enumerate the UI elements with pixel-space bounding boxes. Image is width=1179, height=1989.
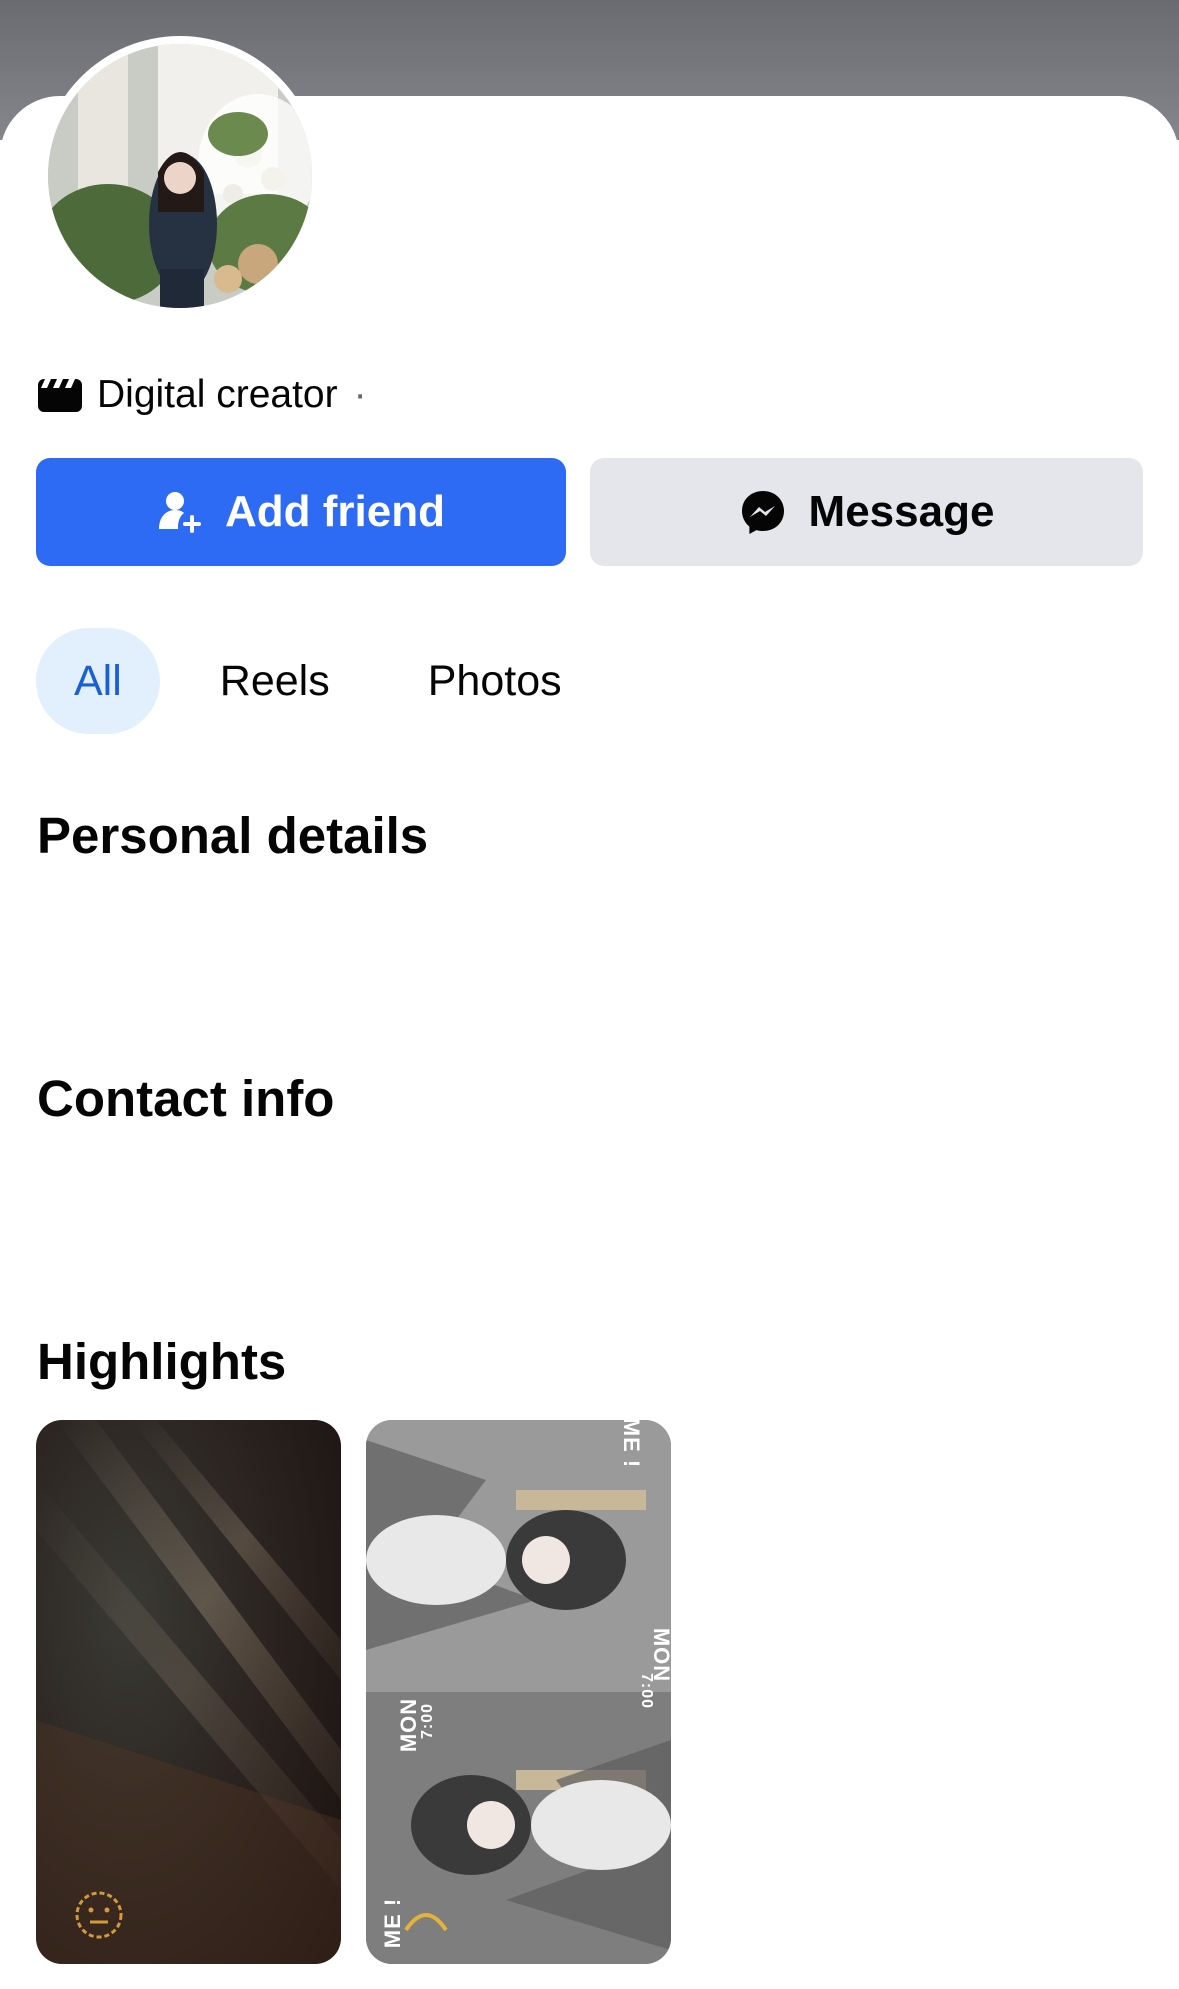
add-friend-button[interactable]: Add friend	[36, 458, 566, 566]
personal-details-heading: Personal details	[37, 807, 429, 864]
profile-tabs: All Reels Photos	[36, 628, 600, 734]
messenger-icon	[741, 491, 784, 534]
overlay-text: ME !	[619, 1420, 645, 1469]
clapperboard-icon	[38, 379, 82, 412]
highlight-item[interactable]	[36, 1420, 341, 1964]
overlay-text: ME !	[380, 1897, 406, 1949]
tab-reels[interactable]: Reels	[182, 628, 368, 734]
tab-all[interactable]: All	[36, 628, 160, 734]
highlight-item[interactable]: MON 7:00 MON 7:00 ME ! ME !	[366, 1420, 671, 1964]
avatar[interactable]	[48, 44, 312, 308]
highlights-heading: Highlights	[37, 1333, 287, 1390]
message-button[interactable]: Message	[590, 458, 1143, 566]
add-person-icon	[159, 492, 201, 533]
overlay-text: 7:00	[638, 1672, 656, 1710]
profile-category: Digital creator ·	[37, 370, 367, 420]
category-separator: ·	[353, 373, 367, 416]
category-label: Digital creator	[97, 373, 338, 416]
contact-info-heading: Contact info	[37, 1070, 335, 1127]
message-label: Message	[808, 487, 995, 536]
tab-photos[interactable]: Photos	[390, 628, 600, 734]
add-friend-label: Add friend	[225, 487, 445, 536]
overlay-text: 7:00	[419, 1702, 437, 1740]
